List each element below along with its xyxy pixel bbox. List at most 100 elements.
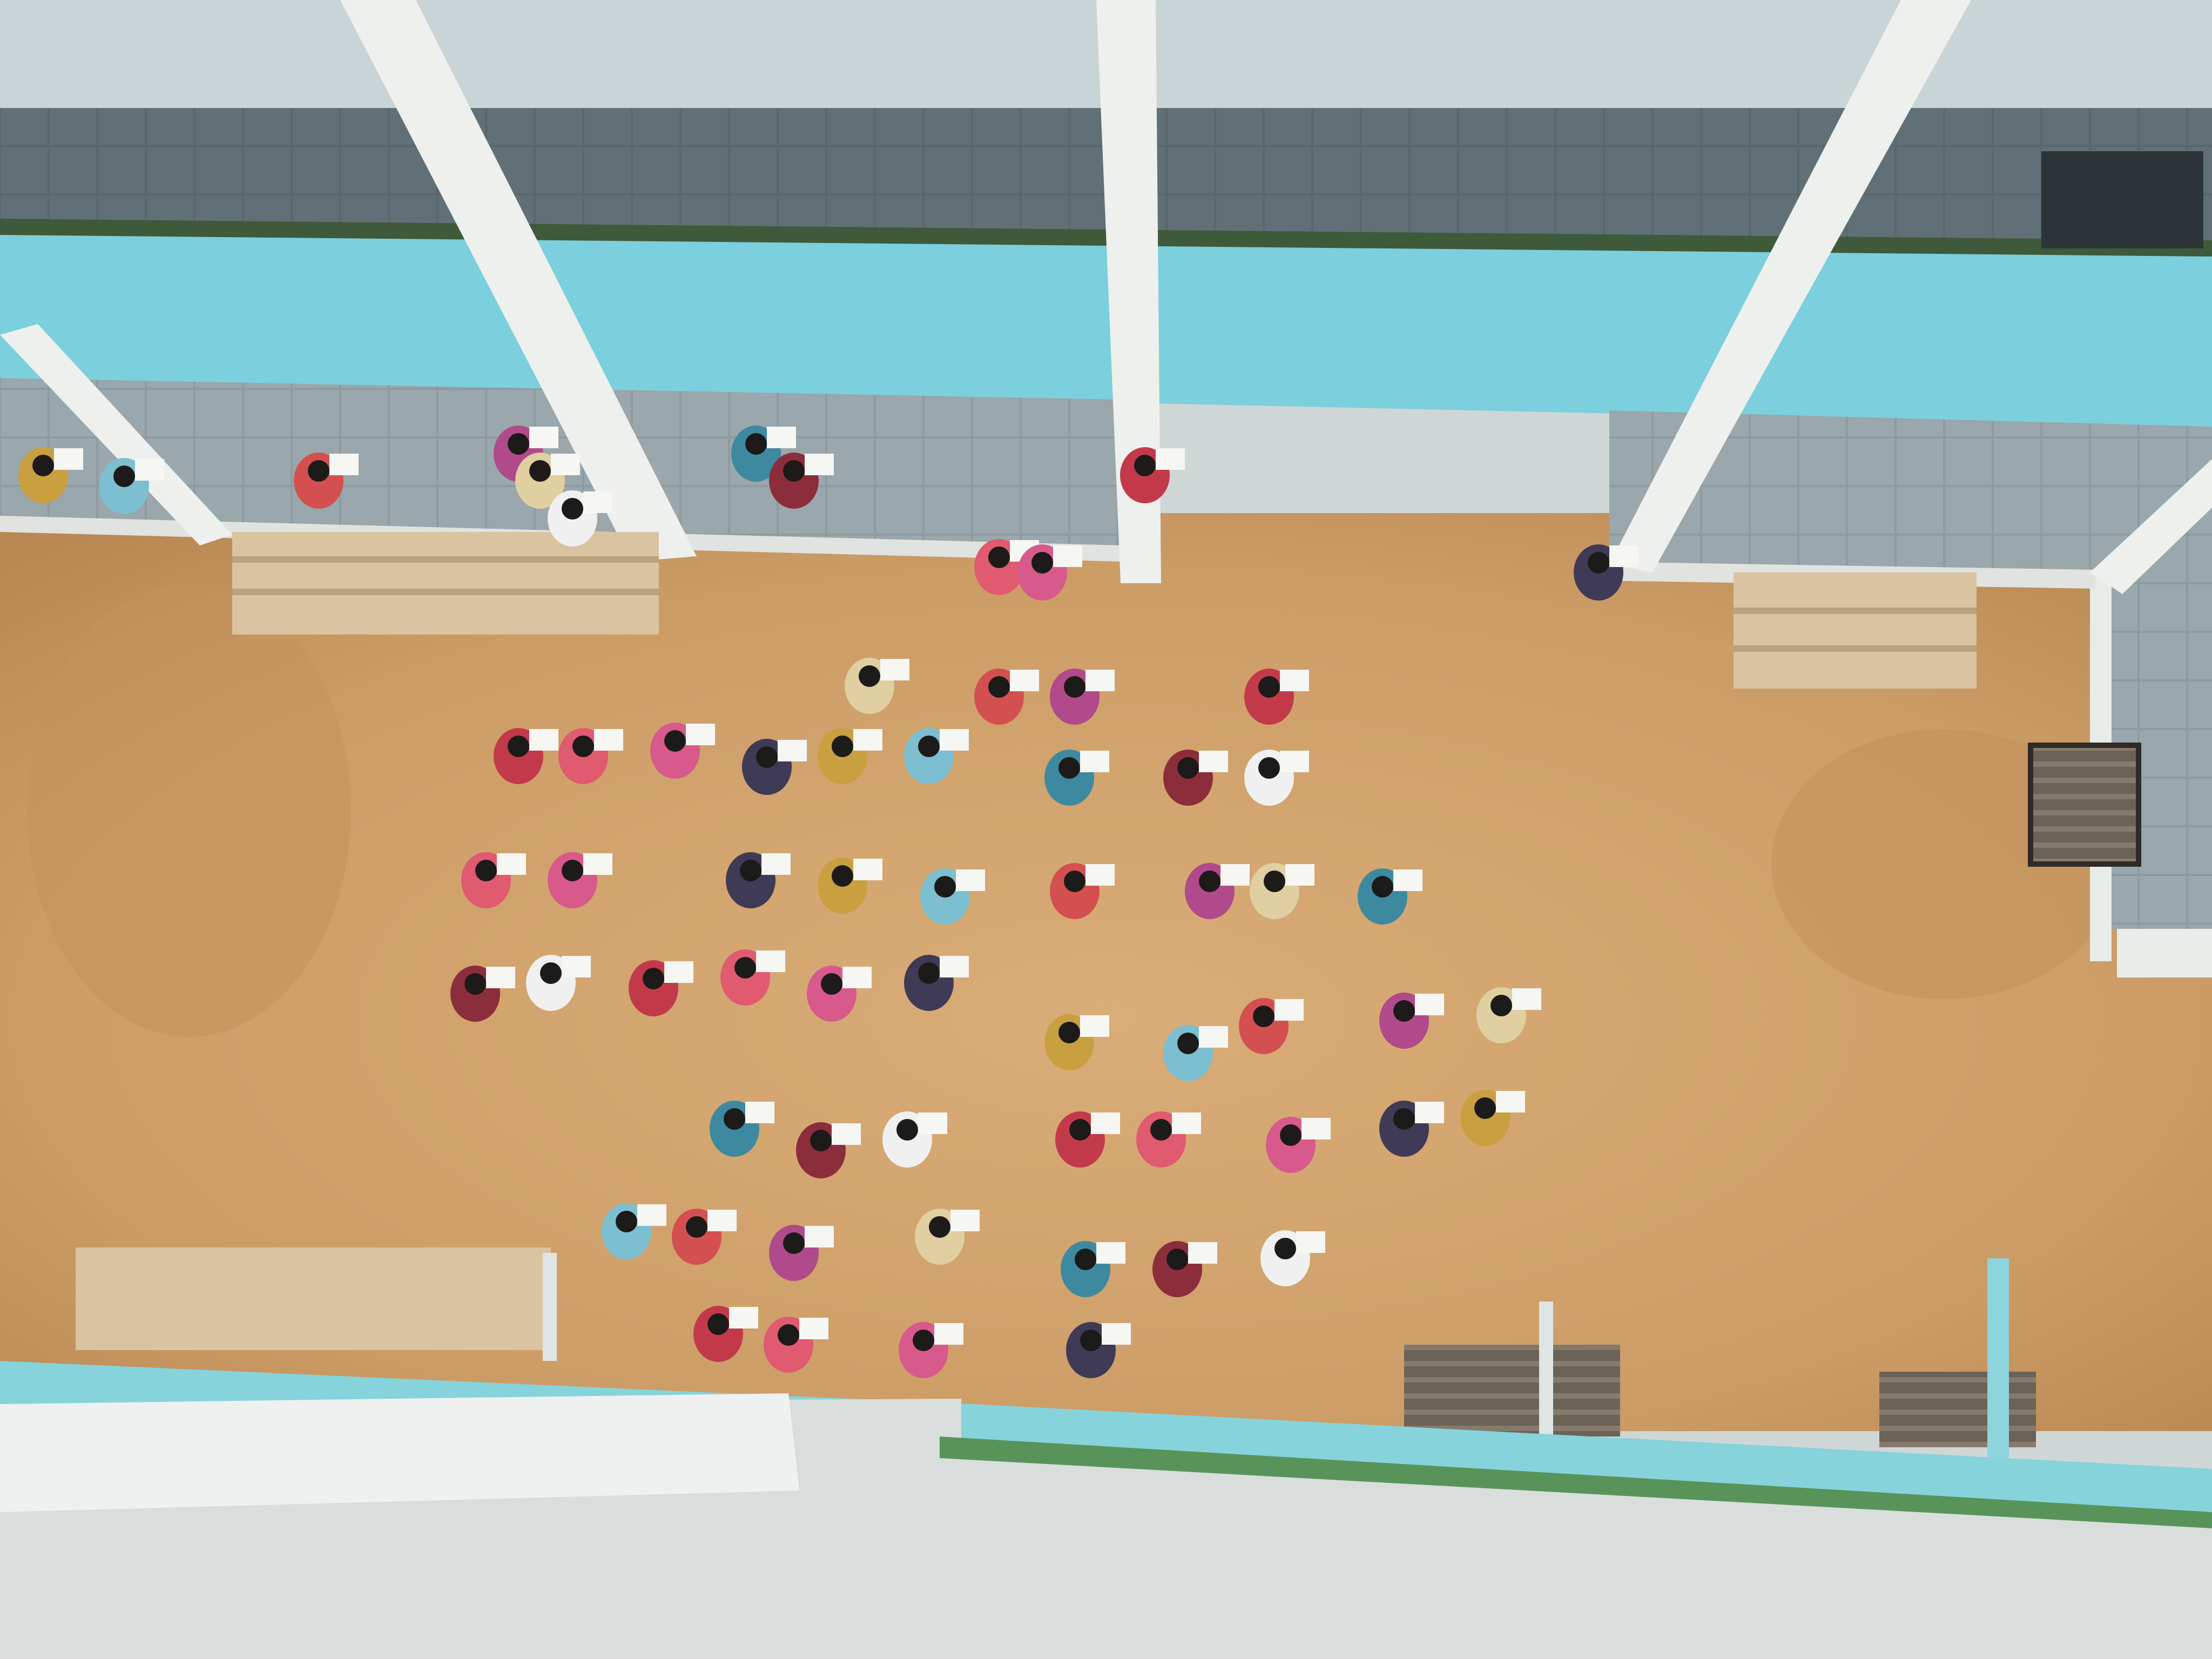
right-corner-block (2117, 929, 2212, 977)
exam-paper (497, 853, 526, 875)
student-head (572, 736, 594, 757)
student-head (934, 876, 956, 898)
student-head (1177, 757, 1199, 779)
student-head (1058, 757, 1080, 779)
student-head (1150, 1119, 1172, 1141)
exam-paper (562, 956, 591, 977)
student-head (778, 1324, 799, 1346)
student-head (821, 973, 842, 995)
student-head (562, 860, 583, 881)
pole (1987, 1258, 2009, 1485)
exam-paper (778, 740, 807, 761)
exam-paper (1080, 751, 1109, 772)
student-head (859, 665, 880, 687)
exam-paper (1199, 1026, 1228, 1048)
student-head (1372, 876, 1393, 898)
student-head (1069, 1119, 1091, 1141)
exam-paper (1053, 545, 1082, 567)
exam-paper (756, 950, 785, 972)
bench (1879, 1372, 2036, 1447)
exam-paper (529, 427, 558, 448)
student-head (1491, 995, 1512, 1016)
student-head (308, 460, 329, 482)
exam-paper (934, 1323, 963, 1345)
exam-paper (1188, 1242, 1217, 1264)
exam-paper (583, 853, 612, 875)
exam-paper (1085, 670, 1115, 691)
sand-patch (27, 583, 351, 1037)
exam-paper (329, 454, 359, 475)
exam-paper (940, 729, 969, 751)
student-head (913, 1330, 934, 1351)
student-head (1393, 1108, 1415, 1130)
exam-paper (486, 967, 515, 988)
student-head (686, 1216, 707, 1238)
student-head (783, 1232, 805, 1254)
student-head (1166, 1249, 1188, 1270)
student-head (1258, 757, 1280, 779)
student-head (1280, 1124, 1301, 1146)
exam-paper (1156, 448, 1185, 470)
steps-left (232, 532, 659, 635)
student-head (734, 957, 756, 979)
exam-paper (529, 729, 558, 751)
student-head (1075, 1249, 1096, 1270)
student-head (988, 547, 1010, 568)
courtyard-scene (0, 0, 2212, 1659)
exam-paper (956, 869, 985, 891)
exam-paper (805, 454, 834, 475)
exam-paper (1280, 670, 1309, 691)
student-head (929, 1216, 950, 1238)
student-head (1474, 1097, 1496, 1119)
student-head (540, 962, 562, 984)
student-head (1134, 455, 1156, 476)
exam-paper (1220, 864, 1250, 886)
student-head (1393, 1000, 1415, 1022)
exam-paper (594, 729, 623, 751)
student-head (896, 1119, 918, 1141)
exam-paper (745, 1102, 774, 1123)
exam-paper (832, 1123, 861, 1145)
exam-paper (583, 491, 612, 513)
pole (543, 1253, 557, 1361)
exam-paper (54, 448, 83, 470)
student-head (1177, 1033, 1199, 1054)
student-head (1264, 871, 1285, 892)
exam-paper (799, 1318, 828, 1339)
exam-paper (1496, 1091, 1525, 1112)
exam-paper (853, 859, 882, 880)
exam-paper (707, 1210, 737, 1231)
exam-paper (767, 427, 796, 448)
student-head (1058, 1022, 1080, 1043)
exam-paper (686, 724, 715, 745)
exam-paper (135, 459, 164, 481)
student-head (562, 498, 583, 520)
student-head (32, 455, 54, 476)
exam-paper (1274, 999, 1304, 1021)
student-head (529, 460, 551, 482)
exam-paper (761, 853, 791, 875)
exam-paper (918, 1112, 947, 1134)
exam-paper (637, 1204, 666, 1226)
exam-paper (1609, 545, 1638, 567)
student-head (475, 860, 497, 881)
student-head (783, 460, 805, 482)
student-head (740, 860, 761, 881)
exam-paper (1280, 751, 1309, 772)
exam-paper (664, 961, 693, 983)
exam-paper (1296, 1231, 1325, 1253)
steps-right (1734, 572, 1977, 689)
exam-paper (1393, 869, 1422, 891)
exam-paper (1301, 1118, 1331, 1139)
student-head (988, 676, 1010, 698)
student-head (918, 736, 940, 757)
student-head (508, 736, 529, 757)
pole (1539, 1301, 1553, 1437)
student-head (1064, 871, 1085, 892)
student-head (918, 962, 940, 984)
student-head (832, 865, 853, 887)
student-head (616, 1211, 637, 1232)
exam-paper (805, 1226, 834, 1247)
student-head (664, 730, 686, 752)
exam-paper (551, 454, 580, 475)
